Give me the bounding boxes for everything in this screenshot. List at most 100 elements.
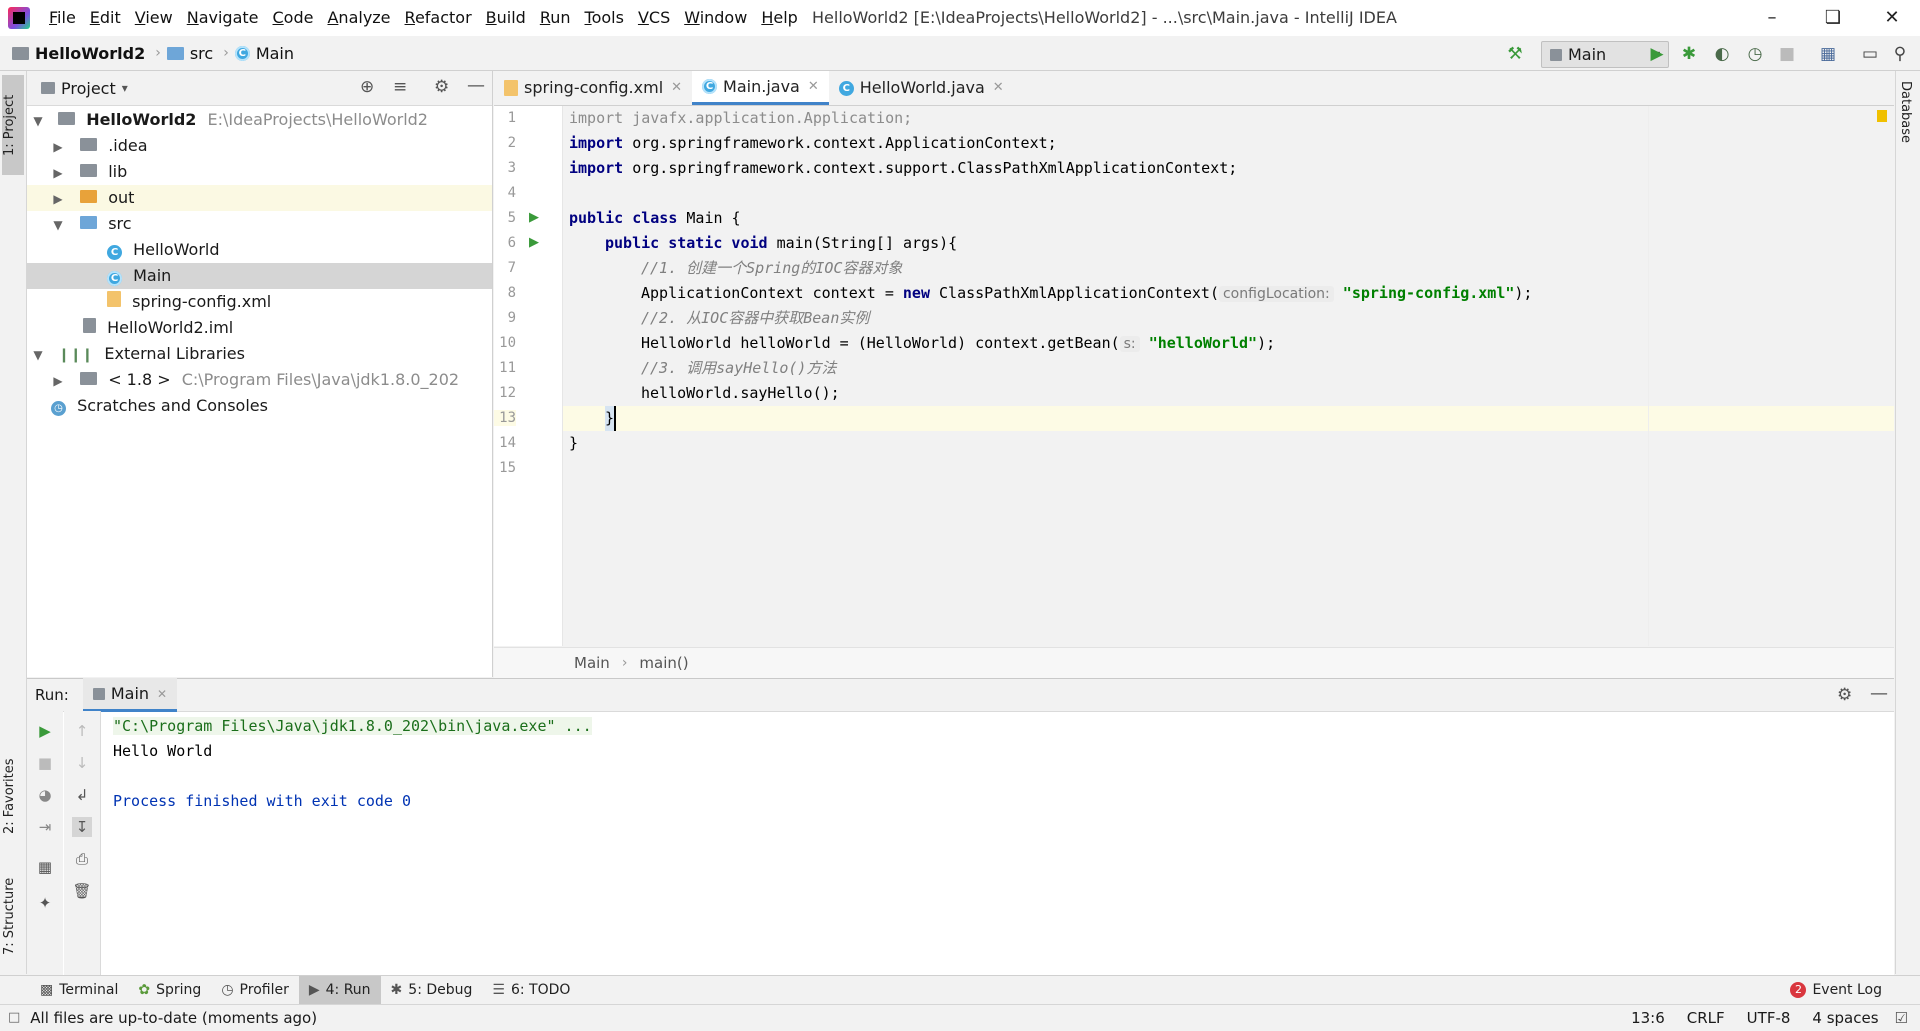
tree-item-helloworld[interactable]: C HelloWorld <box>27 237 492 263</box>
tree-item-lib[interactable]: ▶ lib <box>27 159 492 185</box>
project-structure-icon[interactable]: ▦ <box>1818 44 1838 64</box>
tree-item-jdk[interactable]: ▶ < 1.8 > C:\Program Files\Java\jdk1.8.0… <box>27 367 492 393</box>
breadcrumb-method[interactable]: main() <box>639 648 688 678</box>
exit-icon[interactable]: ⇥ <box>35 817 55 837</box>
favorites-tool-tab[interactable]: 2: Favorites <box>2 741 24 851</box>
indent-setting[interactable]: 4 spaces <box>1812 1005 1878 1031</box>
hide-icon[interactable]: — <box>467 75 485 96</box>
status-toggle-icon[interactable]: □ <box>8 1005 20 1031</box>
tab-todo[interactable]: ☰ 6: TODO <box>482 976 580 1004</box>
file-encoding[interactable]: UTF-8 <box>1747 1005 1791 1031</box>
layout-icon[interactable]: ▦ <box>35 857 55 877</box>
gear-icon[interactable]: ⚙ <box>1837 685 1852 705</box>
terminal-window-icon[interactable]: ▭ <box>1860 44 1880 64</box>
debug-icon[interactable]: ✱ <box>1679 44 1699 64</box>
event-log-button[interactable]: 2 Event Log <box>1780 976 1892 1004</box>
run-tab-main[interactable]: Main ✕ <box>82 678 178 712</box>
tab-run[interactable]: ▶ 4: Run <box>298 976 381 1004</box>
project-panel-title[interactable]: Project <box>61 79 116 98</box>
restore-button[interactable]: ❏ <box>1805 0 1861 36</box>
project-tool-tab[interactable]: 1: Project <box>2 75 24 175</box>
print-icon[interactable]: ⎙ <box>72 849 92 869</box>
close-icon[interactable]: ✕ <box>671 71 682 105</box>
minimize-button[interactable]: – <box>1744 0 1800 36</box>
tree-item-out[interactable]: ▶ out <box>27 185 492 211</box>
tree-item-iml[interactable]: HelloWorld2.iml <box>27 315 492 341</box>
tab-debug[interactable]: ✱ 5: Debug <box>381 976 483 1004</box>
dump-threads-icon[interactable]: ◕ <box>35 785 55 805</box>
tab-main-java[interactable]: C Main.java ✕ <box>692 71 829 105</box>
run-gutter-icon[interactable]: ▶ <box>529 210 539 225</box>
menu-edit[interactable]: Edit <box>83 0 128 36</box>
menu-navigate[interactable]: Navigate <box>180 0 266 36</box>
tree-item-scratches[interactable]: ◷ Scratches and Consoles <box>27 393 492 419</box>
tree-item-idea[interactable]: ▶ .idea <box>27 133 492 159</box>
trash-icon[interactable]: 🗑 <box>72 881 92 901</box>
console-output[interactable]: "C:\Program Files\Java\jdk1.8.0_202\bin\… <box>107 711 1887 971</box>
tab-spring-config[interactable]: spring-config.xml ✕ <box>494 71 692 105</box>
run-gutter-icon[interactable]: ▶ <box>529 235 539 250</box>
tab-profiler[interactable]: ◷ Profiler <box>211 976 299 1004</box>
gear-icon[interactable]: ⚙ <box>434 77 449 97</box>
breadcrumb-file[interactable]: Main <box>256 44 294 63</box>
tab-helloworld-java[interactable]: C HelloWorld.java ✕ <box>829 71 1014 105</box>
structure-tool-tab[interactable]: 7: Structure <box>2 861 24 971</box>
run-icon[interactable]: ▶ <box>1647 44 1667 64</box>
arrow-up-icon[interactable]: ↑ <box>72 721 92 741</box>
menu-vcs[interactable]: VCS <box>631 0 677 36</box>
breadcrumb-class[interactable]: Main <box>574 648 610 678</box>
caret-position[interactable]: 13:6 <box>1631 1005 1665 1031</box>
tab-spring[interactable]: ✿ Spring <box>128 976 211 1004</box>
tree-item-main[interactable]: C Main <box>27 263 492 289</box>
coverage-icon[interactable]: ◐ <box>1712 44 1732 64</box>
hide-icon[interactable]: — <box>1870 683 1888 704</box>
database-tool-tab[interactable]: Database <box>1898 81 1913 143</box>
chevron-down-icon[interactable]: ▾ <box>122 81 128 95</box>
editor-breadcrumb: Main › main() <box>494 647 1894 678</box>
warning-marker-icon[interactable] <box>1877 110 1887 122</box>
tree-item-src[interactable]: ▼ src <box>27 211 492 237</box>
tree-item-external-libraries[interactable]: ▼ ❙❙❙ External Libraries <box>27 341 492 367</box>
build-hammer-icon[interactable]: ⚒ <box>1505 44 1525 64</box>
close-icon[interactable]: ✕ <box>808 70 819 104</box>
stop-icon[interactable]: ■ <box>35 753 55 773</box>
profile-icon[interactable]: ◷ <box>1745 44 1765 64</box>
menu-code[interactable]: Code <box>266 0 321 36</box>
menu-file[interactable]: File <box>42 0 83 36</box>
collapse-all-icon[interactable]: ≡ <box>393 77 407 97</box>
line-separator[interactable]: CRLF <box>1687 1005 1725 1031</box>
menu-window[interactable]: Window <box>677 0 754 36</box>
tree-item-root[interactable]: ▼ HelloWorld2 E:\IdeaProjects\HelloWorld… <box>27 107 492 133</box>
scroll-to-end-icon[interactable]: ↧ <box>72 817 92 837</box>
menu-help[interactable]: Help <box>754 0 804 36</box>
close-icon[interactable]: ✕ <box>993 71 1004 105</box>
soft-wrap-icon[interactable]: ↲ <box>72 785 92 805</box>
rerun-icon[interactable]: ▶ <box>35 721 55 741</box>
pin-icon[interactable]: ✦ <box>35 893 55 913</box>
locate-icon[interactable]: ⊕ <box>360 77 374 97</box>
menu-run[interactable]: Run <box>533 0 578 36</box>
menu-refactor[interactable]: Refactor <box>398 0 479 36</box>
lock-icon[interactable]: ☑ <box>1895 1005 1908 1031</box>
menu-view[interactable]: View <box>128 0 180 36</box>
menu-build[interactable]: Build <box>479 0 533 36</box>
menu-tools[interactable]: Tools <box>578 0 631 36</box>
tree-item-spring-config[interactable]: spring-config.xml <box>27 289 492 315</box>
spring-icon: ✿ <box>138 982 151 998</box>
run-toolbar-primary: ▶ ■ ◕ ⇥ ▦ ✦ <box>27 711 63 975</box>
close-icon[interactable]: ✕ <box>157 687 167 701</box>
editor-gutter[interactable]: 1 2 3 4 5 6 7 8 9 10 11 12 13 14 15 ▶ ▶ <box>494 106 563 646</box>
breadcrumb-folder[interactable]: src <box>190 44 213 63</box>
window-title: HelloWorld2 [E:\IdeaProjects\HelloWorld2… <box>812 8 1397 27</box>
menu-analyze[interactable]: Analyze <box>320 0 397 36</box>
close-button[interactable]: ✕ <box>1864 0 1920 36</box>
breadcrumb-project[interactable]: HelloWorld2 <box>35 44 145 63</box>
arrow-down-icon[interactable]: ↓ <box>72 753 92 773</box>
line-number: 12 <box>499 385 516 401</box>
tab-terminal[interactable]: ▩ Terminal <box>30 976 128 1004</box>
code-editor[interactable]: import javafx.application.Application; i… <box>563 106 1894 646</box>
search-icon[interactable]: ⚲ <box>1890 44 1910 64</box>
stop-icon[interactable]: ■ <box>1777 44 1797 64</box>
status-message[interactable]: All files are up-to-date (moments ago) <box>30 1005 317 1031</box>
terminal-icon: ▩ <box>40 982 54 998</box>
